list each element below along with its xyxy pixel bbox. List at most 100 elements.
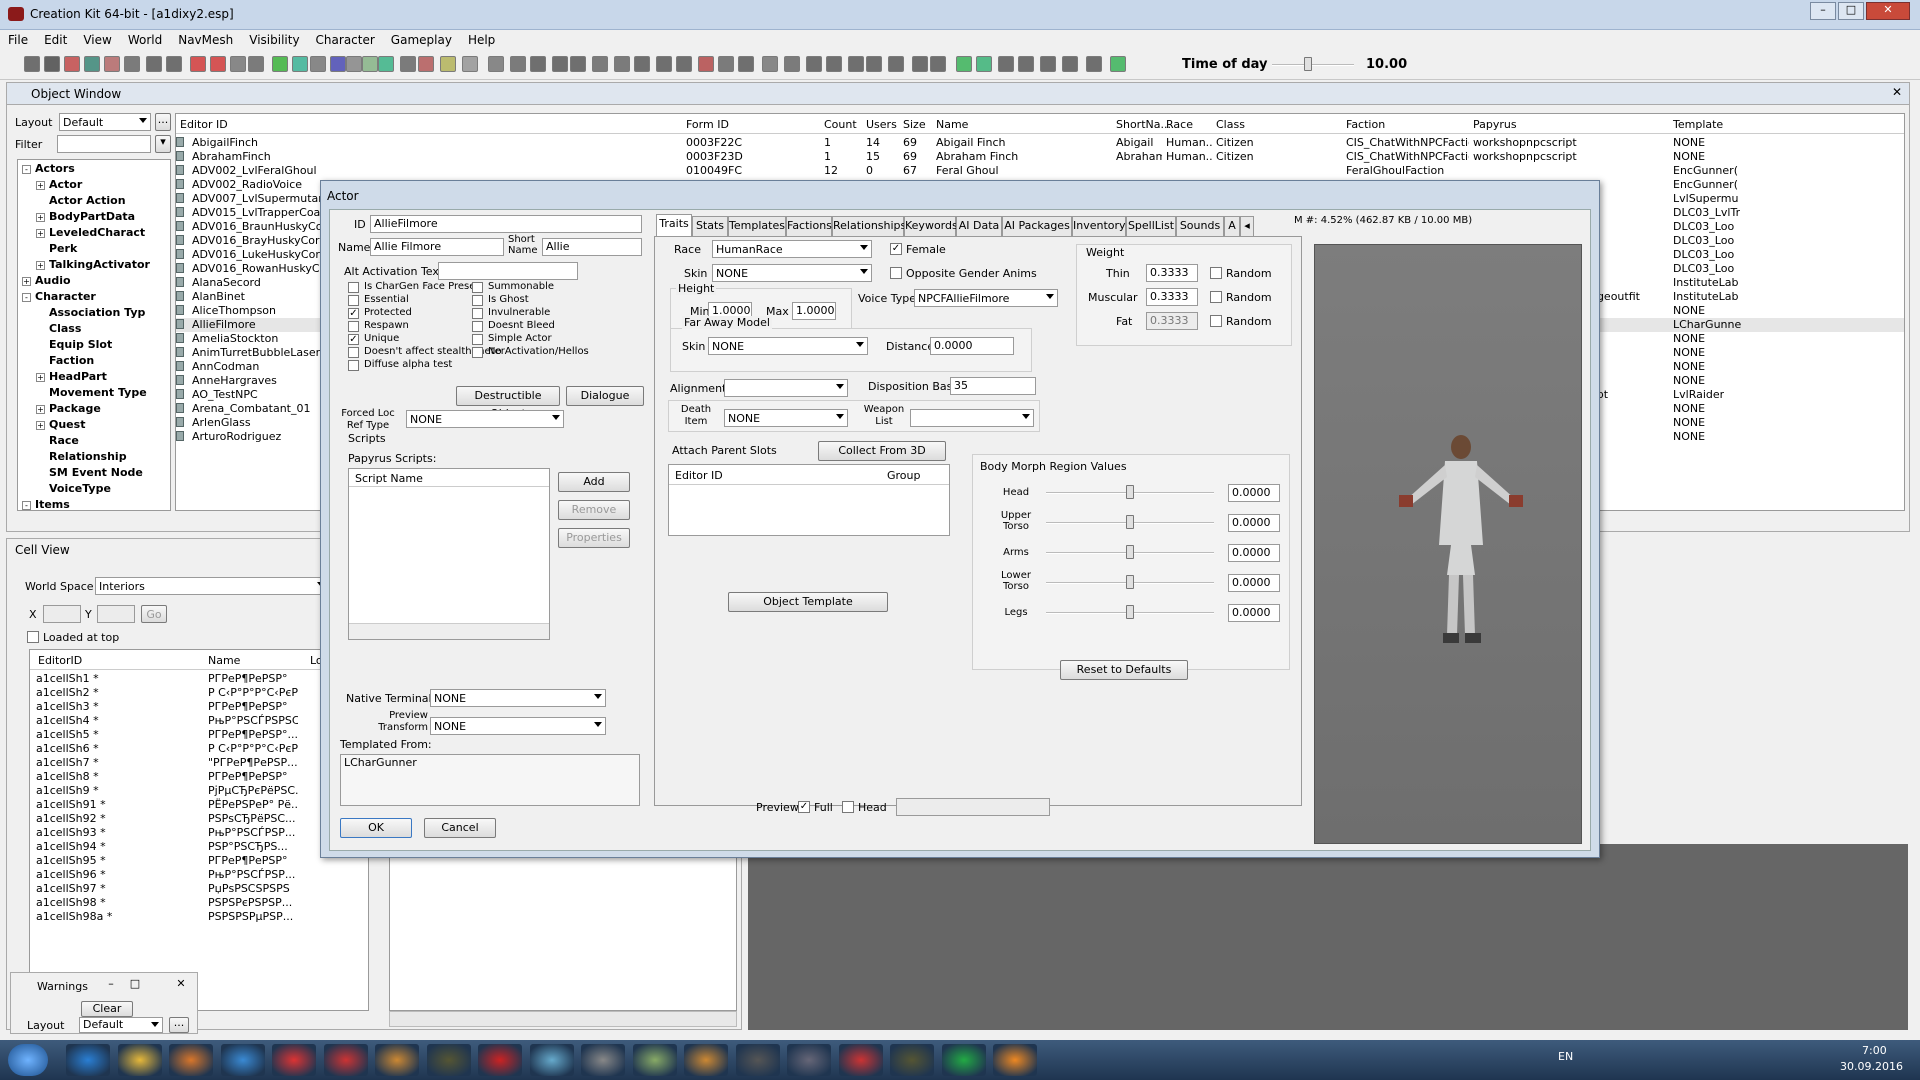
taskbar-media-player-icon[interactable] [169,1044,213,1076]
toolbar-tool-34-icon[interactable] [698,56,714,72]
tree-item-items[interactable]: - Items [22,498,70,510]
toolbar-tool-32-icon[interactable] [656,56,672,72]
col-papyrus[interactable]: Papyrus [1473,118,1517,131]
col-users[interactable]: Users [866,118,897,131]
toolbar-tool-45-icon[interactable] [930,56,946,72]
time-of-day-slider[interactable] [1304,57,1312,71]
worldspace-select[interactable]: Interiors [95,577,329,595]
toolbar-tool-38-icon[interactable] [784,56,800,72]
race-select[interactable]: HumanRace [712,240,872,258]
reset-to-defaults-button[interactable]: Reset to Defaults [1060,660,1188,680]
tree-item-actor[interactable]: + Actor [36,178,82,194]
col-editor-id[interactable]: Editor ID [180,118,228,131]
object-window-close-icon[interactable]: ✕ [1889,85,1905,101]
start-button[interactable] [8,1044,48,1076]
taskbar-yandex-browser-icon[interactable] [272,1044,316,1076]
tree-expand-icon[interactable]: + [36,261,45,270]
tab-spelllist[interactable]: SpellList [1126,216,1176,236]
distance-input[interactable]: 0.0000 [930,337,1014,355]
morph-head-slider[interactable] [1126,485,1134,499]
tree-item-actor-action[interactable]: Actor Action [36,194,126,210]
short-name-input[interactable]: Allie [542,238,642,256]
menu-view[interactable]: View [75,30,119,47]
toolbar-tool-4-icon[interactable] [84,56,100,72]
tree-item-leveledcharact[interactable]: + LeveledCharact [36,226,145,242]
cell-row[interactable]: a1cellSh7 * "РГРеР¶РеРЅР... [30,756,368,770]
tree-expand-icon[interactable]: + [36,373,45,382]
flag-checkbox-respawn[interactable] [348,321,359,332]
taskbar-explorer-icon[interactable] [117,1044,162,1076]
cell-col-editorid[interactable]: EditorID [38,654,82,667]
tree-item-movement-type[interactable]: Movement Type [36,386,147,402]
menu-edit[interactable]: Edit [36,30,75,47]
col-form-id[interactable]: Form ID [686,118,729,131]
toolbar-tool-20-icon[interactable] [400,56,416,72]
menu-world[interactable]: World [120,30,170,47]
add-script-button[interactable]: Add [558,472,630,492]
tray-time[interactable]: 7:00 [1862,1044,1887,1057]
toolbar-tool-13-icon[interactable] [272,56,288,72]
loaded-at-top-checkbox[interactable] [27,631,39,643]
menu-visibility[interactable]: Visibility [241,30,307,47]
cell-objects-scrollbar[interactable] [389,1011,737,1027]
close-button[interactable]: ✕ [1866,2,1910,20]
warnings-minimize-icon[interactable]: – [101,977,121,993]
toolbar-tool-47-icon[interactable] [976,56,992,72]
menu-navmesh[interactable]: NavMesh [170,30,241,47]
object-template-button[interactable]: Object Template [728,592,888,612]
tab-keywords[interactable]: Keywords [904,216,958,236]
name-input[interactable]: Allie Filmore [370,238,504,256]
toolbar-tool-16-icon[interactable] [330,56,346,72]
actor-preview-viewport[interactable] [1314,244,1582,844]
scripts-scrollbar[interactable] [349,623,549,639]
morph-arms-slider[interactable] [1126,545,1134,559]
tree-expand-icon[interactable]: + [36,213,45,222]
taskbar-chat-icon[interactable] [941,1044,986,1076]
col-class[interactable]: Class [1216,118,1245,131]
tab-factions[interactable]: Factions [786,216,832,236]
taskbar-skyrim-icon[interactable] [735,1044,780,1076]
cell-row[interactable]: a1cellSh3 * РГРеР¶РеРЅР° [30,700,368,714]
tab-a[interactable]: A [1224,216,1240,236]
tree-item-bodypartdata[interactable]: + BodyPartData [36,210,135,226]
toolbar-tool-18-icon[interactable] [362,56,378,72]
weapon-list-select[interactable] [910,409,1034,427]
toolbar-tool-23-icon[interactable] [462,56,478,72]
voice-type-select[interactable]: NPCFAllieFilmore [914,289,1058,307]
taskbar-app2-icon[interactable] [684,1044,728,1076]
weight-fat-random-checkbox[interactable] [1210,315,1222,327]
col-template[interactable]: Template [1673,118,1723,131]
taskbar-game-icon[interactable] [426,1044,471,1076]
toolbar-tool-42-icon[interactable] [866,56,882,72]
tree-expand-icon[interactable]: + [36,421,45,430]
cell-row[interactable]: a1cellSh98a * РЅРЅРЅРµРЅР... [30,910,368,924]
tree-item-class[interactable]: Class [36,322,81,338]
warnings-layout-select[interactable]: Default [79,1017,163,1033]
tree-item-package[interactable]: + Package [36,402,101,418]
toolbar-tool-40-icon[interactable] [826,56,842,72]
object-row[interactable]: AbigailFinch 0003F22C 1 14 69 Abigail Finch Ab… [176,136,1904,150]
native-terminal-select[interactable]: NONE [430,689,606,707]
flag-checkbox-invulnerable[interactable] [472,308,483,319]
tree-expand-icon[interactable]: + [36,229,45,238]
toolbar-tool-30-icon[interactable] [614,56,630,72]
preview-full-checkbox[interactable]: ✓ [798,801,810,813]
tree-expand-icon[interactable]: + [36,181,45,190]
tree-expand-icon[interactable]: - [22,293,31,302]
weight-fat-input[interactable]: 0.3333 [1146,312,1198,330]
col-shortna-[interactable]: ShortNa... [1116,118,1171,131]
toolbar-tool-1-icon[interactable] [24,56,40,72]
toolbar-tool-22-icon[interactable] [440,56,456,72]
flag-checkbox-simple-actor[interactable] [472,334,483,345]
toolbar-tool-51-icon[interactable] [1062,56,1078,72]
warnings-layout-options-button[interactable]: ... [169,1017,189,1033]
col-count[interactable]: Count [824,118,857,131]
col-faction[interactable]: Faction [1346,118,1385,131]
flag-checkbox-essential[interactable] [348,295,359,306]
flag-checkbox-is-chargen-face-preset[interactable] [348,282,359,293]
flag-checkbox-doesn-t-affect-stealth-meter[interactable] [348,347,359,358]
toolbar-tool-50-icon[interactable] [1040,56,1056,72]
layout-select[interactable]: Default [59,113,151,131]
object-row[interactable]: AbrahamFinch 0003F23D 1 15 69 Abraham Finch Ab… [176,150,1904,164]
tab-sounds[interactable]: Sounds [1176,216,1224,236]
